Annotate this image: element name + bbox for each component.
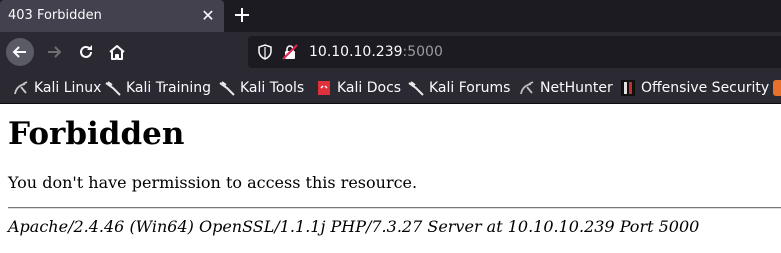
- insecure-lock-icon[interactable]: [282, 44, 298, 60]
- kali-docs-icon: [318, 81, 330, 95]
- bookmark-kali-tools[interactable]: Kali Tools: [219, 79, 304, 97]
- url-host: 10.10.10.239: [309, 44, 403, 60]
- tab-strip: 403 Forbidden ✕: [0, 0, 781, 32]
- tracking-protection-shield-icon[interactable]: [257, 44, 273, 60]
- bookmark-label: NetHunter: [540, 80, 613, 96]
- back-arrow-icon: [12, 46, 26, 58]
- bookmark-label: Kali Tools: [240, 80, 305, 96]
- bookmark-kali-linux[interactable]: Kali Linux: [13, 79, 101, 97]
- bookmark-kali-training[interactable]: Kali Training: [105, 79, 211, 97]
- navigation-toolbar: 10.10.10.239:5000: [0, 32, 781, 72]
- bookmark-label: Kali Training: [126, 80, 211, 96]
- offsec-icon: [621, 80, 635, 96]
- bookmark-label: Kali Forums: [429, 80, 511, 96]
- reload-icon: [80, 45, 92, 58]
- kali-dragon-icon: [14, 81, 28, 95]
- url-bar[interactable]: 10.10.10.239:5000: [248, 36, 781, 68]
- tab-title: 403 Forbidden: [8, 8, 102, 23]
- forward-arrow-icon: [48, 46, 62, 58]
- url-text[interactable]: 10.10.10.239:5000: [309, 44, 443, 60]
- active-tab[interactable]: 403 Forbidden ✕: [0, 0, 224, 32]
- bookmark-label: Offensive Security: [641, 80, 770, 96]
- bookmark-kali-forums[interactable]: Kali Forums: [408, 79, 510, 97]
- bookmark-label: Kali Linux: [34, 80, 102, 96]
- server-signature: Apache/2.4.46 (Win64) OpenSSL/1.1.1j PHP…: [8, 217, 700, 236]
- bookmark-favicon-icon: [773, 80, 781, 96]
- kali-dragon-icon: [408, 81, 424, 96]
- bookmark-nethunter[interactable]: NetHunter: [519, 79, 613, 97]
- new-tab-icon[interactable]: [233, 6, 251, 24]
- bookmark-kali-docs[interactable]: Kali Docs: [316, 79, 401, 97]
- bookmarks-toolbar: Kali Linux Kali Training Kali Tools Kali…: [0, 72, 781, 104]
- horizontal-rule: [8, 207, 781, 209]
- url-port: :5000: [402, 44, 443, 60]
- bookmark-overflow[interactable]: [773, 79, 781, 97]
- error-message: You don't have permission to access this…: [8, 173, 418, 192]
- bookmark-offensive-security[interactable]: Offensive Security: [620, 79, 769, 97]
- reload-button[interactable]: [72, 38, 100, 66]
- home-button[interactable]: [103, 38, 131, 66]
- forward-button[interactable]: [40, 38, 68, 66]
- kali-dragon-icon: [219, 81, 235, 96]
- close-tab-icon[interactable]: ✕: [200, 8, 216, 24]
- nethunter-icon: [520, 81, 534, 95]
- back-button[interactable]: [6, 38, 34, 66]
- bookmark-label: Kali Docs: [337, 80, 402, 96]
- page-title: Forbidden: [8, 116, 185, 152]
- home-icon: [109, 45, 125, 60]
- kali-dragon-icon: [105, 81, 121, 96]
